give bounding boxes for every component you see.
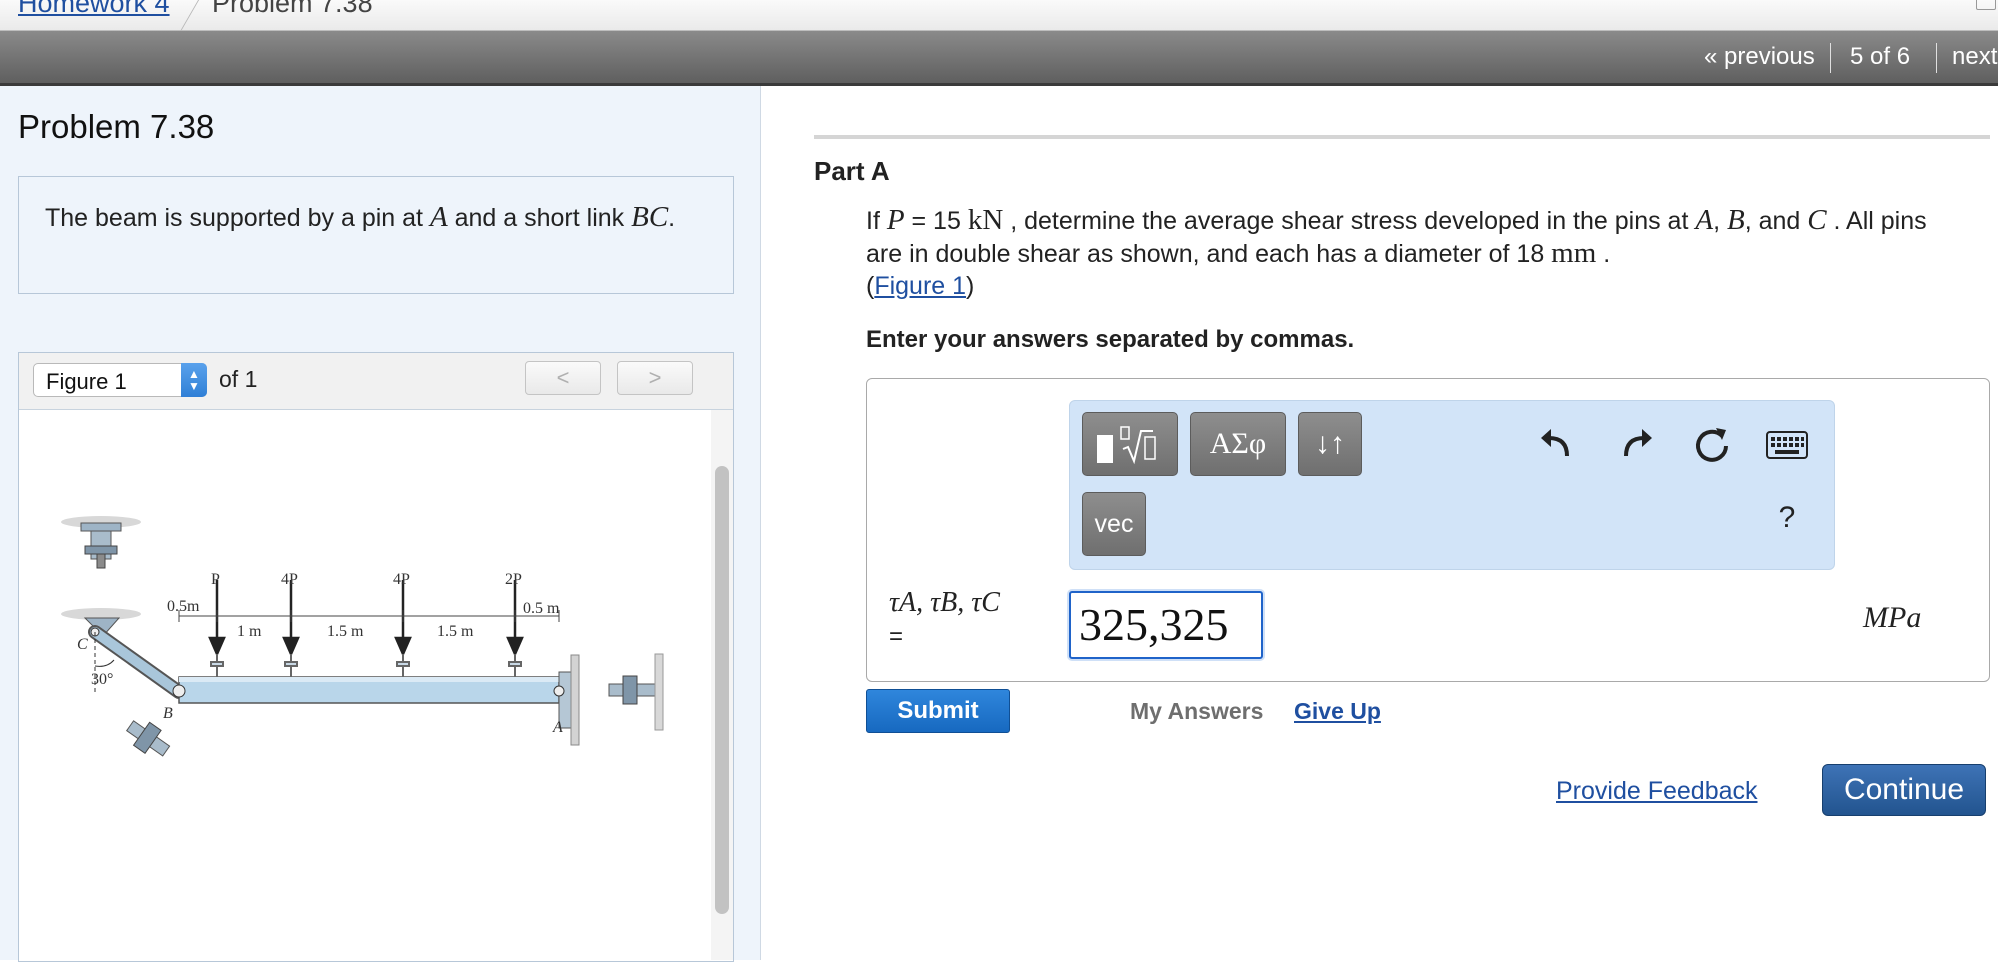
answer-unit: MPa	[1863, 601, 1922, 634]
top-pin-detail	[61, 516, 141, 569]
q-var-c: C	[1807, 204, 1827, 236]
q-end: .	[1596, 240, 1611, 268]
next-link[interactable]: next	[1952, 31, 1997, 83]
answer-box: ΑΣφ ↓↑ vec ? τA, τB, τC = 325,325 MPa	[866, 378, 1990, 682]
submit-button[interactable]: Submit	[866, 689, 1010, 733]
angle-arc	[94, 659, 115, 667]
load-label-4p: 4P	[281, 571, 298, 588]
figure-select[interactable]: Figure 1 ▲ ▼	[33, 363, 207, 397]
desc-var-bc: BC	[631, 201, 669, 233]
dimension-label: 1 m	[237, 623, 262, 640]
window-corner-icon	[1976, 0, 1996, 10]
load-label-4p: 4P	[393, 571, 410, 588]
point-label-c: C	[77, 636, 88, 653]
figure-of-count: of 1	[219, 366, 258, 392]
dimension-label: 1.5 m	[437, 623, 474, 640]
desc-var-a: A	[429, 201, 448, 233]
point-label-a: A	[552, 719, 563, 736]
q-text1: , determine the average shear stress dev…	[1003, 207, 1696, 235]
my-answers-label[interactable]: My Answers	[1130, 698, 1263, 725]
side-pin-detail	[608, 653, 664, 731]
problem-panel: Problem 7.38 The beam is supported by a …	[0, 86, 761, 962]
breadcrumb-current: Problem 7.38	[212, 0, 373, 18]
dimension-label: 0.5 m	[523, 600, 560, 617]
breadcrumb: Homework 4 Problem 7.38	[0, 0, 1998, 32]
reset-icon[interactable]	[1692, 424, 1732, 464]
give-up-link[interactable]: Give Up	[1294, 698, 1381, 725]
vector-button[interactable]: vec	[1082, 492, 1146, 556]
desc-suffix: .	[668, 204, 676, 232]
item-counter: 5 of 6	[1850, 43, 1911, 70]
select-arrows-icon: ▲ ▼	[181, 363, 207, 397]
q-var-b: B	[1726, 204, 1745, 236]
figure-prev-button[interactable]: <	[525, 361, 601, 395]
answer-variable-label: τA, τB, τC	[889, 587, 1000, 618]
dimension-label: 0.5m	[167, 598, 200, 615]
load-label-p: P	[211, 571, 220, 588]
load-arrows	[208, 580, 524, 658]
templates-button[interactable]	[1082, 412, 1178, 476]
point-label-b: B	[163, 705, 173, 722]
nav-divider	[1830, 43, 1831, 73]
figure-scrollbar-thumb[interactable]	[715, 466, 729, 914]
provide-feedback-link[interactable]: Provide Feedback	[1556, 777, 1758, 806]
figure-toolbar: Figure 1 ▲ ▼ of 1 < >	[19, 353, 733, 410]
q-eq: = 15	[904, 207, 968, 235]
undo-icon[interactable]	[1537, 424, 1577, 464]
load-hangers	[210, 654, 522, 677]
q-comma: ,	[1713, 207, 1727, 235]
equals-sign: =	[889, 623, 904, 650]
q-var-p: P	[886, 204, 905, 236]
pin-b	[172, 684, 186, 698]
math-toolbar: ΑΣφ ↓↑ vec ?	[1069, 400, 1835, 570]
part-title: Part A	[814, 156, 890, 186]
problem-description: The beam is supported by a pin at A and …	[45, 201, 685, 234]
q-unit-kn: kN	[967, 204, 1004, 236]
desc-prefix: The beam is supported by a pin at	[45, 204, 430, 232]
angle-label: 30°	[91, 671, 113, 688]
figure-scrollbar[interactable]	[711, 410, 733, 960]
previous-link[interactable]: « previous	[1704, 31, 1815, 83]
desc-mid: and a short link	[447, 204, 632, 232]
continue-button[interactable]: Continue	[1822, 764, 1986, 816]
wall-a	[570, 654, 580, 746]
keyboard-icon[interactable]	[1766, 431, 1808, 459]
navigation-bar: « previous 5 of 6 next	[0, 31, 1998, 86]
q-var-a: A	[1695, 204, 1714, 236]
answer-input[interactable]: 325,325	[1069, 591, 1263, 659]
section-divider	[814, 135, 1990, 139]
radical-icon	[1120, 426, 1156, 465]
load-label-2p: 2P	[505, 571, 522, 588]
figure-next-button[interactable]: >	[617, 361, 693, 395]
help-button[interactable]: ?	[1772, 501, 1802, 535]
figure-link[interactable]: Figure 1	[874, 272, 966, 300]
fraction-radical-icon	[1097, 435, 1113, 463]
q-unit-mm: mm	[1551, 237, 1597, 269]
dimension-label: 1.5 m	[327, 623, 364, 640]
pin-a	[553, 685, 565, 697]
beam-highlight	[179, 677, 559, 682]
figure-panel: Figure 1 ▲ ▼ of 1 < > P 4P 4P 2P 0.5m 1 …	[18, 352, 734, 962]
beam-figure: P 4P 4P 2P 0.5m 1 m 1.5 m 1.5 m 0.5 m 30…	[61, 516, 664, 757]
figure-select-value: Figure 1	[46, 369, 127, 394]
redo-icon[interactable]	[1616, 424, 1656, 464]
problem-description-box: The beam is supported by a pin at A and …	[18, 176, 734, 294]
q-close: )	[966, 272, 975, 300]
nav-divider	[1936, 43, 1937, 73]
q-if: If	[866, 207, 887, 235]
q-and: , and	[1744, 207, 1808, 235]
sort-arrows-button[interactable]: ↓↑	[1298, 412, 1362, 476]
greek-symbols-button[interactable]: ΑΣφ	[1190, 412, 1286, 476]
problem-title: Problem 7.38	[18, 108, 215, 145]
answer-instruction: Enter your answers separated by commas.	[866, 326, 1355, 353]
question-text: If P = 15 kN , determine the average she…	[866, 204, 1966, 302]
breadcrumb-homework-link[interactable]: Homework 4	[18, 0, 170, 19]
